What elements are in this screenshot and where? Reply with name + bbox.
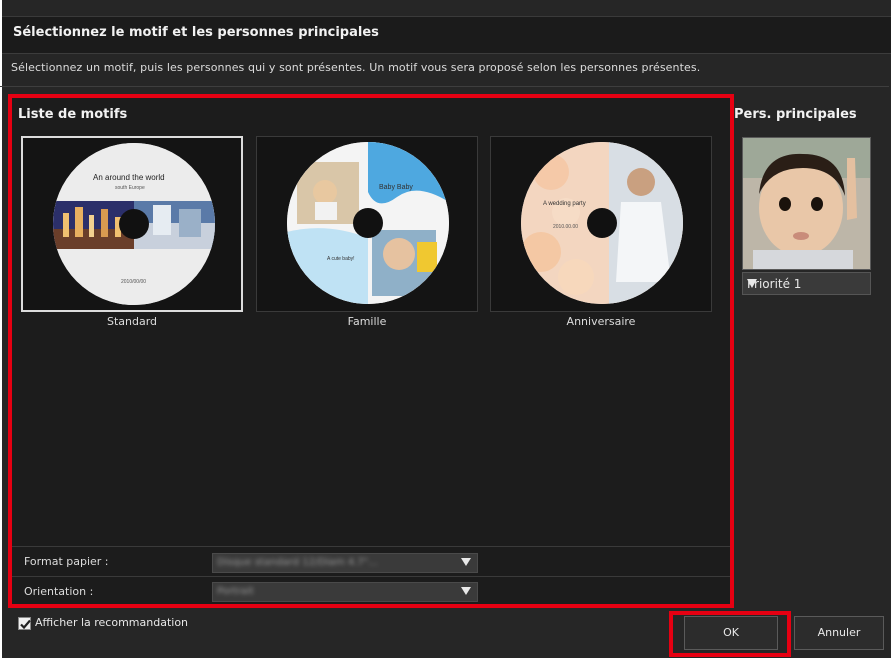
- divider: [0, 86, 889, 87]
- recommendation-checkbox[interactable]: [18, 617, 31, 630]
- disc-subtitle-text: south Europe: [115, 185, 145, 191]
- disc-caption-text: A cute baby!: [327, 256, 355, 262]
- motif-list-heading: Liste de motifs: [18, 107, 128, 122]
- paper-format-label: Format papier :: [24, 555, 109, 568]
- disc-hole: [587, 208, 617, 238]
- controls-divider: [10, 546, 730, 547]
- disc-title-text: Baby Baby: [379, 184, 413, 191]
- disc-preview-famille: Baby Baby A cute baby!: [287, 142, 449, 304]
- disc-preview-standard: An around the world south Europe 2010/00…: [53, 143, 215, 305]
- main-persons-heading: Pers. principales: [734, 107, 857, 122]
- disc-date-text: 2010.00.00: [553, 224, 579, 230]
- disc-date-text: 2010/00/00: [121, 279, 147, 285]
- dialog-title: Sélectionnez le motif et les personnes p…: [13, 25, 379, 40]
- disc-hole: [353, 208, 383, 238]
- disc-title-text: An around the world: [93, 173, 165, 182]
- motif-thumbnail-anniversaire[interactable]: A wedding party 2010.00.00: [490, 136, 712, 312]
- dialog-subtitle: Sélectionnez un motif, puis les personne…: [11, 61, 701, 74]
- controls-divider: [10, 576, 730, 577]
- motif-label-famille: Famille: [347, 315, 387, 328]
- chevron-down-icon: [461, 558, 471, 566]
- cancel-button[interactable]: Annuler: [794, 616, 884, 650]
- disc-hole: [119, 209, 149, 239]
- paper-format-value: Disque standard 12/Diam 4.7"...: [217, 557, 378, 568]
- paper-format-select[interactable]: Disque standard 12/Diam 4.7"...: [212, 553, 478, 573]
- recommendation-label: Afficher la recommandation: [35, 616, 189, 629]
- person-photo[interactable]: [742, 137, 871, 270]
- orientation-select[interactable]: Portrait: [212, 582, 478, 602]
- motif-label-anniversaire: Anniversaire: [566, 315, 636, 328]
- disc-preview-anniversaire: A wedding party 2010.00.00: [521, 142, 683, 304]
- dialog-titlebar: Sélectionnez le motif et les personnes p…: [2, 16, 891, 54]
- orientation-label: Orientation :: [24, 585, 94, 598]
- ok-button[interactable]: OK: [684, 616, 778, 650]
- chevron-down-icon: [461, 587, 471, 595]
- motif-thumbnail-standard[interactable]: An around the world south Europe 2010/00…: [21, 136, 243, 312]
- priority-select[interactable]: Priorité 1: [742, 272, 871, 295]
- chevron-down-icon: [747, 279, 757, 288]
- motif-thumbnail-famille[interactable]: Baby Baby A cute baby!: [256, 136, 478, 312]
- orientation-value: Portrait: [217, 586, 254, 597]
- motif-label-standard: Standard: [106, 315, 158, 328]
- disc-title-text: A wedding party: [543, 201, 586, 207]
